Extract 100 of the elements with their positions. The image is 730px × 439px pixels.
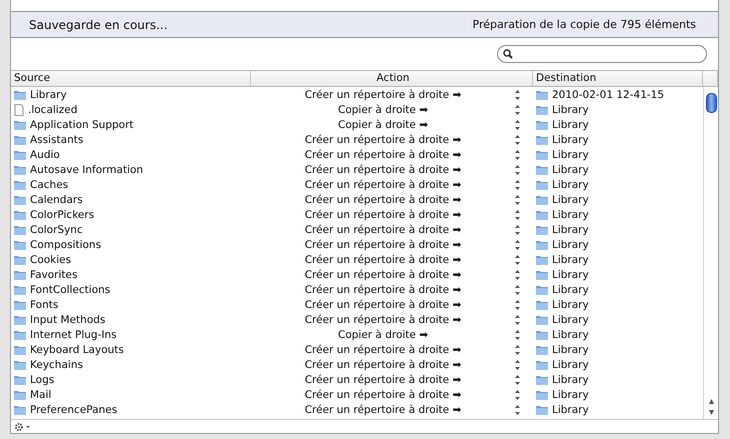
action-label: Créer un répertoire à droite ➡ bbox=[304, 254, 462, 266]
up-down-icon[interactable] bbox=[515, 254, 520, 264]
action-label: Créer un répertoire à droite ➡ bbox=[304, 224, 462, 236]
column-header[interactable]: Destination bbox=[533, 71, 703, 86]
source-name: Compositions bbox=[30, 238, 102, 250]
action-label: Créer un répertoire à droite ➡ bbox=[304, 298, 462, 310]
scroll-thumb[interactable] bbox=[706, 93, 716, 113]
destination-name: Library bbox=[552, 148, 589, 160]
destination-name: Library bbox=[552, 254, 589, 266]
action-label: Créer un répertoire à droite ➡ bbox=[304, 194, 462, 206]
action-label: Créer un répertoire à droite ➡ bbox=[304, 148, 462, 160]
folder-icon bbox=[14, 404, 26, 414]
up-down-icon[interactable] bbox=[515, 134, 520, 144]
action-label: Créer un répertoire à droite ➡ bbox=[304, 208, 462, 220]
destination-name: Library bbox=[552, 134, 589, 146]
action-label: Copier à droite ➡ bbox=[336, 104, 430, 116]
source-name: Autosave Information bbox=[30, 164, 144, 176]
action-label: Créer un répertoire à droite ➡ bbox=[304, 268, 462, 280]
folder-icon bbox=[536, 344, 548, 354]
up-down-icon[interactable] bbox=[515, 104, 520, 114]
up-down-icon[interactable] bbox=[515, 284, 520, 294]
folder-icon bbox=[14, 120, 26, 130]
up-down-icon[interactable] bbox=[515, 150, 520, 160]
folder-icon bbox=[536, 390, 548, 400]
destination-name: Library bbox=[552, 328, 589, 340]
action-label: Créer un répertoire à droite ➡ bbox=[304, 238, 462, 250]
up-down-icon[interactable] bbox=[515, 240, 520, 250]
up-down-icon[interactable] bbox=[515, 360, 520, 370]
action-label: Créer un répertoire à droite ➡ bbox=[304, 374, 462, 386]
action-label: Créer un répertoire à droite ➡ bbox=[304, 178, 462, 190]
gear-icon[interactable] bbox=[14, 422, 32, 432]
destination-name: Library bbox=[552, 374, 589, 386]
destination-name: Library bbox=[552, 194, 589, 206]
destination-name: Library bbox=[552, 284, 589, 296]
action-label: Créer un répertoire à droite ➡ bbox=[304, 358, 462, 370]
destination-name: Library bbox=[552, 404, 589, 416]
destination-name: Library bbox=[552, 238, 589, 250]
folder-icon bbox=[14, 180, 26, 190]
folder-icon bbox=[536, 330, 548, 340]
scroll-arrows-icon[interactable] bbox=[708, 397, 714, 417]
scrollbar[interactable] bbox=[703, 87, 718, 419]
folder-icon bbox=[14, 330, 26, 340]
folder-icon bbox=[536, 164, 548, 174]
status-detail: Préparation de la copie de 795 éléments bbox=[472, 18, 696, 31]
action-label: Créer un répertoire à droite ➡ bbox=[304, 314, 462, 326]
folder-icon bbox=[14, 240, 26, 250]
up-down-icon[interactable] bbox=[515, 120, 520, 130]
up-down-icon[interactable] bbox=[515, 300, 520, 310]
search-field[interactable] bbox=[497, 45, 707, 63]
action-label: Créer un répertoire à droite ➡ bbox=[304, 344, 462, 356]
source-name: Calendars bbox=[30, 194, 83, 206]
source-name: Input Methods bbox=[30, 314, 106, 326]
source-name: Keyboard Layouts bbox=[30, 344, 124, 356]
folder-icon bbox=[536, 104, 548, 114]
destination-name: Library bbox=[552, 224, 589, 236]
folder-icon bbox=[14, 210, 26, 220]
folder-icon bbox=[536, 134, 548, 144]
folder-icon bbox=[536, 374, 548, 384]
destination-name: Library bbox=[552, 178, 589, 190]
column-header[interactable]: Source bbox=[11, 71, 251, 86]
source-name: Internet Plug-Ins bbox=[30, 328, 117, 340]
destination-name: Library bbox=[552, 208, 589, 220]
up-down-icon[interactable] bbox=[515, 210, 520, 220]
up-down-icon[interactable] bbox=[515, 90, 520, 100]
up-down-icon[interactable] bbox=[515, 344, 520, 354]
up-down-icon[interactable] bbox=[515, 314, 520, 324]
source-name: ColorSync bbox=[30, 224, 83, 236]
destination-name: Library bbox=[552, 314, 589, 326]
up-down-icon[interactable] bbox=[515, 194, 520, 204]
up-down-icon[interactable] bbox=[515, 330, 520, 340]
source-name: Favorites bbox=[30, 268, 78, 280]
source-name: Keychains bbox=[30, 358, 83, 370]
action-label: Créer un répertoire à droite ➡ bbox=[304, 88, 462, 100]
up-down-icon[interactable] bbox=[515, 224, 520, 234]
source-name: Mail bbox=[30, 388, 52, 400]
source-name: Fonts bbox=[30, 298, 58, 310]
source-name: Library bbox=[30, 88, 67, 100]
source-name: PreferencePanes bbox=[30, 404, 118, 416]
up-down-icon[interactable] bbox=[515, 270, 520, 280]
folder-icon bbox=[14, 314, 26, 324]
folder-icon bbox=[536, 360, 548, 370]
up-down-icon[interactable] bbox=[515, 164, 520, 174]
destination-name: 2010-02-01 12-41-15 bbox=[552, 88, 664, 100]
up-down-icon[interactable] bbox=[515, 374, 520, 384]
status-title: Sauvegarde en cours... bbox=[29, 18, 168, 32]
source-name: .localized bbox=[28, 104, 78, 116]
up-down-icon[interactable] bbox=[515, 180, 520, 190]
destination-name: Library bbox=[552, 104, 589, 116]
folder-icon bbox=[536, 300, 548, 310]
up-down-icon[interactable] bbox=[515, 390, 520, 400]
folder-icon bbox=[14, 254, 26, 264]
source-name: Assistants bbox=[30, 134, 84, 146]
folder-icon bbox=[14, 134, 26, 144]
folder-icon bbox=[14, 164, 26, 174]
folder-icon bbox=[536, 120, 548, 130]
up-down-icon[interactable] bbox=[515, 404, 520, 414]
action-label: Créer un répertoire à droite ➡ bbox=[304, 404, 462, 416]
column-header[interactable]: Action bbox=[251, 71, 533, 86]
action-label: Créer un répertoire à droite ➡ bbox=[304, 388, 462, 400]
folder-icon bbox=[536, 314, 548, 324]
